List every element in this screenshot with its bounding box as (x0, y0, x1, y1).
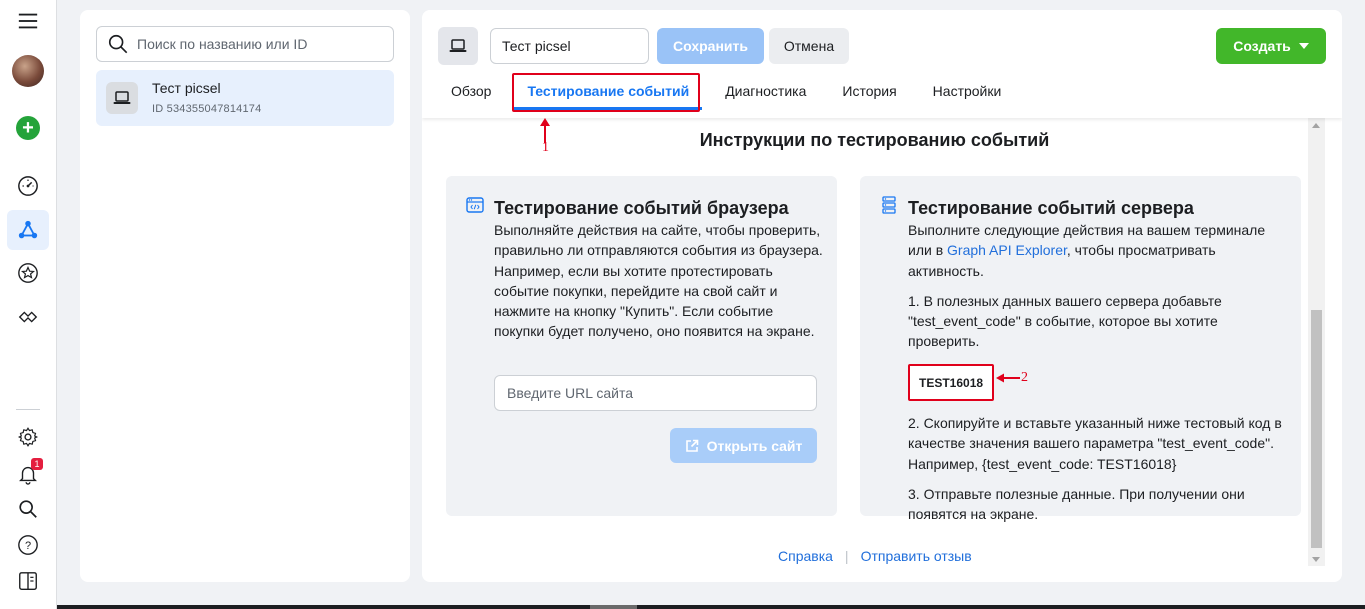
panel-toggle-icon[interactable] (16, 569, 40, 593)
laptop-icon (438, 27, 478, 65)
add-icon[interactable]: + (16, 116, 40, 140)
cancel-button[interactable]: Отмена (769, 28, 849, 64)
test-code-row: TEST16018 (908, 362, 1286, 413)
browser-test-card: Тестирование событий браузера Выполняйте… (446, 176, 837, 516)
section-title: Инструкции по тестированию событий (699, 130, 1050, 150)
pixel-list-item[interactable]: Тест picsel ID 534355047814174 (96, 70, 394, 126)
graph-api-explorer-link[interactable]: Graph API Explorer (947, 242, 1067, 258)
tab-test-events[interactable]: Тестирование событий (514, 72, 703, 110)
left-nav-rail: + 1 ? (0, 0, 57, 609)
help-icon[interactable]: ? (16, 533, 40, 557)
avatar[interactable] (12, 55, 44, 87)
dashboard-gauge-icon[interactable] (16, 174, 40, 198)
create-button[interactable]: Создать (1216, 28, 1326, 64)
scroll-up-arrow-icon[interactable] (1312, 123, 1320, 128)
site-url-input[interactable] (494, 375, 817, 411)
star-icon[interactable] (16, 261, 40, 285)
pixel-name-input[interactable] (490, 28, 649, 64)
search-box[interactable] (96, 26, 394, 62)
server-intro: Выполните следующие действия на вашем те… (908, 220, 1286, 281)
tab-settings[interactable]: Настройки (920, 72, 1015, 110)
pixel-list-panel: Тест picsel ID 534355047814174 (80, 10, 410, 582)
server-step-2: 2. Скопируйте и вставьте указанный ниже … (908, 415, 1282, 472)
search-input[interactable] (137, 36, 387, 52)
notification-badge: 1 (31, 458, 43, 470)
server-card-title: Тестирование событий сервера (908, 198, 1194, 218)
footer-links: Справка | Отправить отзыв (778, 548, 972, 564)
content-scrollbar[interactable] (1308, 118, 1325, 566)
external-link-icon (685, 439, 698, 452)
server-card-body: Выполните следующие действия на вашем те… (908, 220, 1286, 535)
create-label: Создать (1233, 38, 1291, 54)
test-event-code[interactable]: TEST16018 (908, 363, 995, 402)
detail-header: Сохранить Отмена Создать Обзор Тестирова… (422, 10, 1342, 118)
annotation-marker-1: 1 (542, 140, 549, 155)
scrollbar-thumb[interactable] (1311, 310, 1322, 548)
tab-history[interactable]: История (829, 72, 909, 110)
hamburger-menu-icon[interactable] (16, 9, 40, 33)
browser-code-icon (466, 197, 484, 213)
partner-handshake-icon[interactable] (16, 305, 40, 329)
tab-diagnostics[interactable]: Диагностика (712, 72, 819, 110)
server-icon (882, 196, 896, 214)
save-button[interactable]: Сохранить (657, 28, 764, 64)
footer-separator: | (844, 548, 849, 564)
settings-gear-icon[interactable] (16, 425, 40, 449)
search-icon (108, 34, 128, 54)
feedback-link[interactable]: Отправить отзыв (861, 548, 972, 564)
tab-bar: Обзор Тестирование событий Диагностика И… (438, 72, 1024, 114)
taskbar-gap (590, 605, 637, 609)
pixel-id: ID 534355047814174 (152, 103, 262, 115)
open-site-button[interactable]: Открыть сайт (670, 428, 817, 463)
taskbar-strip (57, 605, 1365, 609)
tab-overview[interactable]: Обзор (438, 72, 504, 110)
laptop-icon (106, 82, 138, 114)
server-test-card: Тестирование событий сервера Выполните с… (860, 176, 1301, 522)
open-site-label: Открыть сайт (706, 437, 803, 454)
annotation-marker-2: 2 (1021, 370, 1028, 385)
rail-divider (16, 409, 40, 410)
server-step-3: 3. Отправьте полезные данные. При получе… (908, 485, 1245, 523)
search-icon[interactable] (16, 497, 40, 521)
chevron-down-icon (1298, 43, 1309, 49)
server-step-1: 1. В полезных данных вашего сервера доба… (908, 292, 1222, 350)
pixel-detail-panel: Сохранить Отмена Создать Обзор Тестирова… (422, 10, 1342, 582)
browser-card-description: Выполняйте действия на сайте, чтобы пров… (494, 222, 823, 340)
svg-text:?: ? (25, 540, 31, 552)
help-link[interactable]: Справка (778, 548, 833, 564)
browser-card-title: Тестирование событий браузера (494, 198, 789, 218)
scroll-down-arrow-icon[interactable] (1312, 557, 1320, 562)
pixel-name: Тест picsel (152, 80, 221, 96)
events-manager-icon[interactable] (16, 218, 40, 242)
